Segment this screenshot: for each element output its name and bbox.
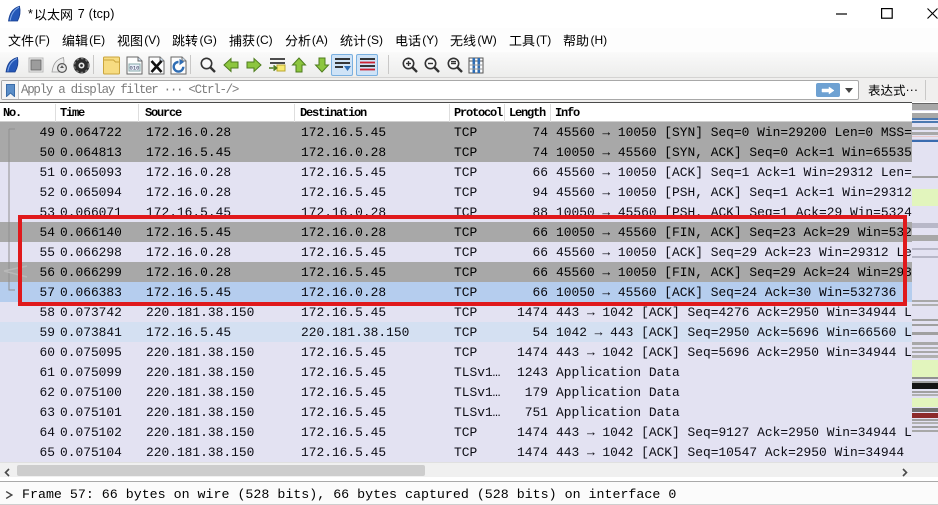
svg-text:010: 010 [129,64,139,71]
